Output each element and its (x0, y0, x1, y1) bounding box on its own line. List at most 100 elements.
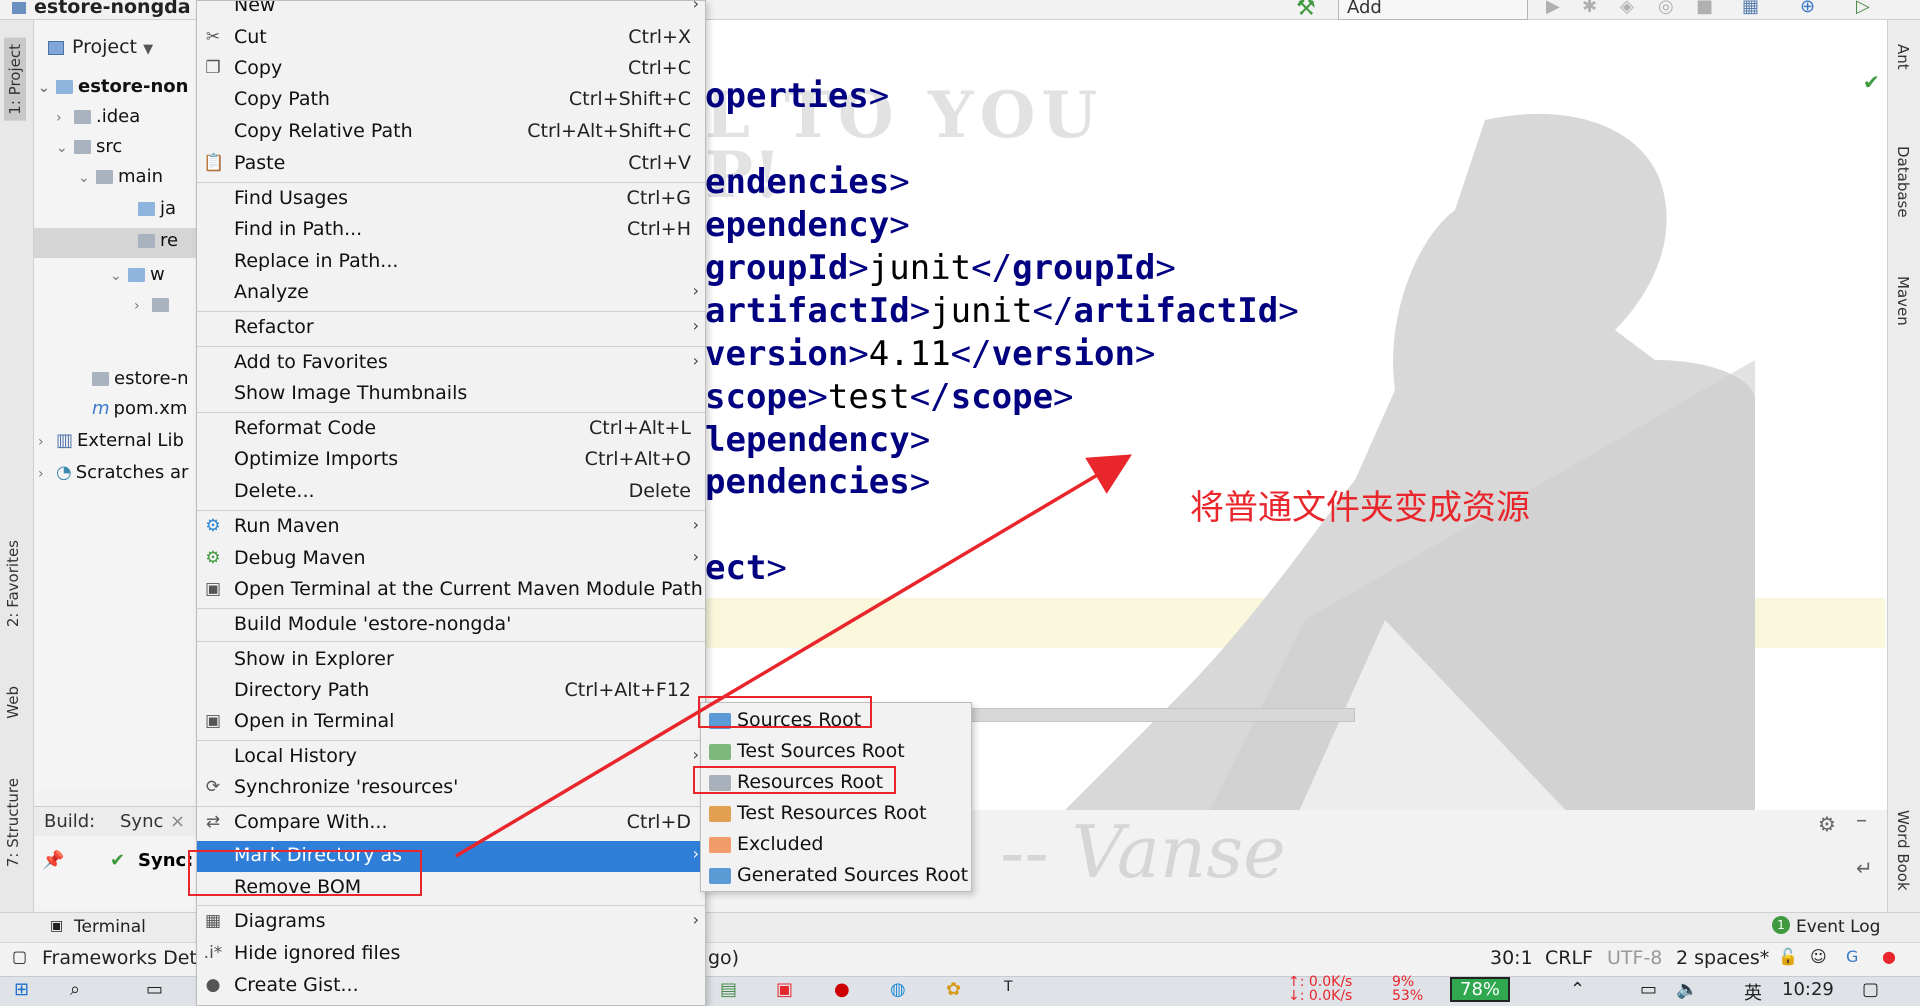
gear-icon[interactable]: ⚙ (1818, 812, 1836, 836)
battery-indicator[interactable]: 78% (1450, 977, 1511, 1002)
menu-item[interactable]: ⚙ Debug Maven › (197, 544, 705, 575)
tree-node-external-libraries[interactable]: › ▥ External Lib (38, 430, 184, 451)
menu-item[interactable]: Show in Explorer (197, 645, 705, 676)
menu-item[interactable]: ● Create Gist... (197, 971, 705, 1002)
build-hammer-icon[interactable]: ⚒ (1296, 0, 1316, 21)
tab-favorites[interactable]: 2: Favorites (4, 540, 22, 627)
line-separator[interactable]: CRLF (1545, 947, 1593, 969)
code-editor[interactable]: L TO YOU P! operties> endencies> ependen… (705, 20, 1887, 810)
submenu-item[interactable]: Generated Sources Root (701, 861, 971, 892)
edge-icon[interactable]: ◍ (890, 979, 906, 1000)
tab-web[interactable]: Web (4, 686, 22, 719)
app-icon[interactable]: ✿ (946, 979, 961, 1000)
menu-item[interactable]: Add to Favorites › (197, 348, 705, 379)
profile-icon[interactable]: ◎ (1658, 0, 1674, 17)
menu-item[interactable]: ✂ Cut Ctrl+X (197, 23, 705, 54)
file-encoding[interactable]: UTF-8 (1607, 947, 1662, 969)
menu-item[interactable]: Replace in Path... (197, 247, 705, 278)
google-icon[interactable]: G (1846, 947, 1858, 966)
menu-item[interactable]: ⟳ Synchronize 'resources' (197, 773, 705, 804)
minimize-icon[interactable]: – (1856, 808, 1867, 833)
tab-project[interactable]: 1: Project (4, 38, 26, 121)
frameworks-message[interactable]: Frameworks Dete (42, 947, 209, 969)
pin-icon[interactable]: 📌 (42, 850, 64, 871)
tree-node-webinf[interactable]: › (134, 294, 174, 315)
tree-node-java[interactable]: ja (138, 198, 176, 219)
caret-position[interactable]: 30:1 (1490, 947, 1533, 969)
tree-node-scratches[interactable]: › ◔ Scratches ar (38, 462, 188, 483)
sync-item[interactable]: Sync: (138, 850, 193, 871)
run-icon[interactable]: ▶ (1546, 0, 1560, 17)
project-view-selector[interactable]: Project ▼ (48, 36, 153, 58)
add-configuration-button[interactable]: Add Configuration... (1338, 0, 1528, 39)
tab-structure[interactable]: 7: Structure (4, 778, 22, 867)
menu-item[interactable]: Find Usages Ctrl+G (197, 184, 705, 215)
submenu-item[interactable]: Excluded (701, 830, 971, 861)
project-structure-icon[interactable]: ▦ (1742, 0, 1759, 17)
menu-item[interactable]: Refactor › (197, 313, 705, 344)
soft-wrap-icon[interactable]: ↵ (1856, 856, 1873, 880)
menu-item[interactable]: Local History › (197, 742, 705, 773)
menu-item[interactable]: Find in Path... Ctrl+H (197, 215, 705, 246)
battery-icon[interactable]: ▭ (1640, 979, 1657, 1000)
lock-icon[interactable]: 🔓 (1778, 947, 1798, 966)
translate-icon[interactable]: ⊕ (1800, 0, 1815, 17)
menu-item[interactable]: Copy Relative Path Ctrl+Alt+Shift+C (197, 117, 705, 148)
tab-ant[interactable]: Ant (1894, 44, 1912, 70)
menu-item[interactable]: New › (197, 1, 705, 22)
tree-node-pom[interactable]: m pom.xm (92, 398, 187, 419)
menu-item[interactable]: ⇄ Compare With... Ctrl+D (197, 808, 705, 839)
menu-item[interactable]: ❐ Copy Ctrl+C (197, 54, 705, 85)
menu-item[interactable]: ⚙ Run Maven › (197, 512, 705, 543)
tree-node-src[interactable]: ⌄ src (56, 136, 122, 157)
chevron-up-icon[interactable]: ⌃ (1570, 979, 1585, 1000)
error-icon[interactable]: ● (1882, 947, 1896, 966)
app-icon[interactable]: ▤ (720, 979, 737, 1000)
coverage-icon[interactable]: ◈ (1620, 0, 1634, 17)
menu-item[interactable]: Show Image Thumbnails (197, 379, 705, 410)
tree-node-main[interactable]: ⌄ main (78, 166, 163, 187)
menu-item[interactable]: Reformat Code Ctrl+Alt+L (197, 414, 705, 445)
tree-node-iml[interactable]: estore-n (92, 368, 189, 389)
menu-item[interactable]: Directory Path Ctrl+Alt+F12 (197, 676, 705, 707)
tree-node-idea[interactable]: › .idea (56, 106, 140, 127)
menu-item[interactable]: Optimize Imports Ctrl+Alt+O (197, 445, 705, 476)
menu-item[interactable]: Delete... Delete (197, 477, 705, 508)
submenu-item[interactable]: Test Resources Root (701, 799, 971, 830)
tab-database[interactable]: Database (1894, 146, 1912, 218)
indent-setting[interactable]: 2 spaces* (1676, 947, 1769, 969)
tree-node-root[interactable]: ⌄ estore-non (38, 76, 188, 97)
clock[interactable]: 10:29 (1782, 979, 1834, 1000)
app-icon[interactable]: ▣ (776, 979, 793, 1000)
menu-item[interactable]: Copy Path Ctrl+Shift+C (197, 85, 705, 116)
close-icon[interactable]: × (170, 811, 185, 832)
app-icon[interactable]: T (1004, 979, 1013, 995)
tab-sync[interactable]: Sync (120, 811, 163, 832)
app-icon[interactable]: ● (834, 979, 850, 1000)
stop-icon[interactable]: ■ (1696, 0, 1713, 17)
menu-item[interactable]: ▦ Diagrams › (197, 907, 705, 938)
tab-event-log[interactable]: Event Log (1796, 917, 1880, 937)
tree-node-webapp[interactable]: ⌄ w (110, 264, 165, 285)
menu-item[interactable]: ▣ Open in Terminal (197, 707, 705, 738)
tab-word-book[interactable]: Word Book (1894, 810, 1912, 891)
debug-icon[interactable]: ✱ (1582, 0, 1597, 17)
tab-terminal[interactable]: Terminal (74, 917, 146, 937)
submenu-item[interactable]: Test Sources Root (701, 737, 971, 768)
menu-item[interactable]: Build Module 'estore-nongda' (197, 610, 705, 641)
menu-item[interactable]: ▣ Open Terminal at the Current Maven Modu… (197, 575, 705, 606)
notification-icon[interactable]: ▢ (1862, 979, 1879, 1000)
menu-item[interactable]: .i* Hide ignored files (197, 939, 705, 970)
inspector-icon[interactable]: ☺ (1810, 947, 1827, 966)
volume-icon[interactable]: 🔈 (1676, 979, 1698, 1000)
tab-maven[interactable]: Maven (1894, 276, 1912, 326)
tree-node-resources[interactable]: re (138, 230, 178, 251)
menu-item[interactable]: Analyze › (197, 278, 705, 309)
breadcrumb[interactable]: estore-nongda (12, 0, 191, 18)
menu-item[interactable]: 📋 Paste Ctrl+V (197, 149, 705, 180)
task-view-icon[interactable]: ▭ (146, 979, 163, 1000)
presentation-icon[interactable]: ▷ (1856, 0, 1870, 17)
windows-start-icon[interactable]: ⊞ (14, 979, 29, 1000)
search-icon[interactable]: ⌕ (70, 979, 80, 1000)
input-method[interactable]: 英 (1744, 979, 1762, 1005)
